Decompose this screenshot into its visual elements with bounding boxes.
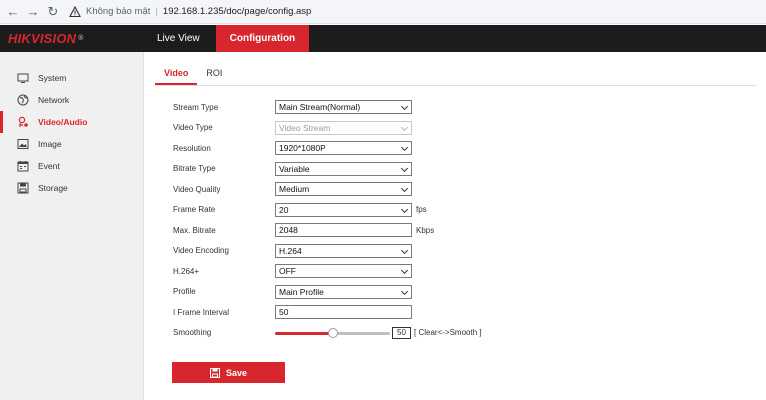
sidebar-item-system[interactable]: System	[0, 67, 143, 89]
save-button[interactable]: Save	[172, 362, 285, 383]
row-i-frame-interval: I Frame Interval 50	[173, 302, 482, 323]
address-bar[interactable]: Không bảo mật | 192.168.1.235/doc/page/c…	[69, 3, 311, 21]
sidebar-item-video-audio[interactable]: Video/Audio	[0, 111, 143, 133]
sidebar: System Network Video/Audio Image Event S…	[0, 52, 144, 400]
max-bitrate-unit: Kbps	[416, 225, 435, 235]
h264-plus-label: H.264+	[173, 266, 200, 276]
smoothing-label: Smoothing	[173, 328, 212, 338]
video-quality-select[interactable]: Medium	[275, 182, 412, 197]
profile-select[interactable]: Main Profile	[275, 284, 412, 299]
slider-fill	[275, 331, 333, 335]
bitrate-type-select[interactable]: Variable	[275, 161, 412, 176]
tab-roi[interactable]: ROI	[197, 60, 231, 85]
save-button-label: Save	[225, 367, 248, 378]
main-panel: Video ROI Stream Type Main Stream(Normal…	[145, 52, 766, 400]
address-separator: |	[155, 6, 158, 17]
frame-rate-label: Frame Rate	[173, 205, 216, 215]
hikvision-logo: HIK VISION ®	[8, 31, 84, 46]
video-type-label: Video Type	[173, 123, 213, 133]
microphone-icon	[17, 116, 29, 128]
stream-type-label: Stream Type	[173, 102, 219, 112]
row-stream-type: Stream Type Main Stream(Normal)	[173, 97, 482, 118]
row-h264-plus: H.264+ OFF	[173, 261, 482, 282]
smoothing-slider[interactable]	[275, 326, 390, 340]
floppy-icon	[17, 182, 29, 194]
row-video-encoding: Video Encoding H.264	[173, 241, 482, 262]
row-smoothing: Smoothing 50 [ Clear<->Smooth ]	[173, 323, 482, 344]
row-profile: Profile Main Profile	[173, 282, 482, 303]
browser-toolbar: ← → ↻ Không bảo mật | 192.168.1.235/doc/…	[0, 0, 766, 24]
slider-thumb[interactable]	[327, 327, 338, 338]
bitrate-type-label: Bitrate Type	[173, 164, 216, 174]
row-frame-rate: Frame Rate 20 fps	[173, 200, 482, 221]
sidebar-item-event[interactable]: Event	[0, 155, 143, 177]
subtab-bar: Video ROI	[155, 60, 756, 86]
reload-icon[interactable]: ↻	[43, 2, 63, 22]
image-icon	[17, 138, 29, 150]
i-frame-interval-input[interactable]: 50	[275, 305, 412, 320]
sidebar-item-storage[interactable]: Storage	[0, 177, 143, 199]
row-resolution: Resolution 1920*1080P	[173, 138, 482, 159]
tab-live-view[interactable]: Live View	[140, 25, 216, 52]
sidebar-item-network[interactable]: Network	[0, 89, 143, 111]
url-text[interactable]: 192.168.1.235/doc/page/config.asp	[163, 6, 311, 17]
tab-video[interactable]: Video	[155, 60, 198, 85]
smoothing-hint: [ Clear<->Smooth ]	[414, 328, 482, 338]
monitor-icon	[17, 72, 29, 84]
save-floppy-icon	[209, 367, 220, 378]
sidebar-item-label: Event	[38, 161, 60, 171]
sidebar-item-label: Storage	[38, 183, 68, 193]
frame-rate-unit: fps	[416, 205, 427, 215]
sidebar-item-label: Network	[38, 95, 70, 105]
smoothing-value: 50	[392, 326, 411, 339]
row-video-quality: Video Quality Medium	[173, 179, 482, 200]
app-header: HIK VISION ® Live View Configuration	[0, 25, 766, 52]
frame-rate-select[interactable]: 20	[275, 202, 412, 217]
sidebar-item-image[interactable]: Image	[0, 133, 143, 155]
h264-plus-select[interactable]: OFF	[275, 264, 412, 279]
stream-type-select[interactable]: Main Stream(Normal)	[275, 100, 412, 115]
calendar-icon	[17, 160, 29, 172]
back-arrow-icon[interactable]: ←	[3, 2, 23, 22]
resolution-label: Resolution	[173, 143, 211, 153]
sidebar-item-label: System	[38, 73, 67, 83]
sidebar-item-label: Image	[38, 139, 62, 149]
row-max-bitrate: Max. Bitrate 2048 Kbps	[173, 220, 482, 241]
max-bitrate-input[interactable]: 2048	[275, 223, 412, 238]
video-encoding-label: Video Encoding	[173, 246, 229, 256]
warning-icon	[69, 5, 81, 17]
video-settings-form: Stream Type Main Stream(Normal) Video Ty…	[173, 97, 482, 343]
row-bitrate-type: Bitrate Type Variable	[173, 159, 482, 180]
resolution-select[interactable]: 1920*1080P	[275, 141, 412, 156]
max-bitrate-label: Max. Bitrate	[173, 225, 216, 235]
video-encoding-select[interactable]: H.264	[275, 243, 412, 258]
security-label: Không bảo mật	[86, 6, 151, 17]
i-frame-interval-label: I Frame Interval	[173, 307, 230, 317]
globe-icon	[17, 94, 29, 106]
forward-arrow-icon[interactable]: →	[23, 2, 43, 22]
row-video-type: Video Type Video Stream	[173, 118, 482, 139]
video-type-select: Video Stream	[275, 120, 412, 135]
video-quality-label: Video Quality	[173, 184, 221, 194]
sidebar-item-label: Video/Audio	[38, 117, 88, 127]
profile-label: Profile	[173, 287, 196, 297]
tab-configuration[interactable]: Configuration	[215, 25, 310, 52]
